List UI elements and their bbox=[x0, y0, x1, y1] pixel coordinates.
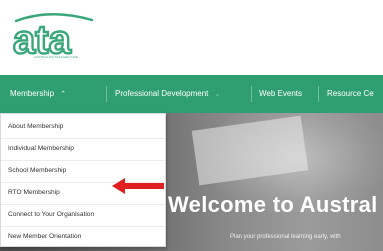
nav-item-resource-centre[interactable]: Resource Ce bbox=[327, 75, 374, 113]
red-arrow-icon bbox=[112, 178, 164, 194]
nav-item-professional-development[interactable]: Professional Development ⌄ bbox=[115, 75, 221, 113]
site-header: ata AUSTRALIAN TEACHER AIDE bbox=[0, 0, 383, 75]
main-navbar: Membership ⌃ Professional Development ⌄ … bbox=[0, 75, 383, 113]
nav-divider bbox=[318, 86, 319, 102]
logo-caption: AUSTRALIAN TEACHER AIDE bbox=[34, 55, 78, 59]
nav-item-label: Resource Ce bbox=[327, 89, 374, 98]
menu-item-connect-to-your-organisation[interactable]: Connect to Your Organisation bbox=[1, 204, 165, 226]
nav-item-membership[interactable]: Membership ⌃ bbox=[10, 75, 66, 113]
nav-divider bbox=[106, 86, 107, 102]
nav-item-label: Membership bbox=[10, 89, 55, 98]
nav-item-label: Web Events bbox=[259, 89, 302, 98]
menu-item-about-membership[interactable]: About Membership bbox=[1, 116, 165, 138]
nav-divider bbox=[251, 86, 252, 102]
chevron-up-icon: ⌃ bbox=[60, 91, 67, 98]
hero-subtitle: Plan your professional learning early, w… bbox=[230, 234, 341, 240]
nav-item-web-events[interactable]: Web Events bbox=[259, 75, 302, 113]
nav-item-label: Professional Development bbox=[115, 89, 209, 98]
menu-item-individual-membership[interactable]: Individual Membership bbox=[1, 138, 165, 160]
menu-item-new-member-orientation[interactable]: New Member Orientation bbox=[1, 226, 165, 248]
chevron-down-icon: ⌄ bbox=[214, 91, 221, 98]
hero-title: Welcome to Austral bbox=[168, 192, 378, 217]
